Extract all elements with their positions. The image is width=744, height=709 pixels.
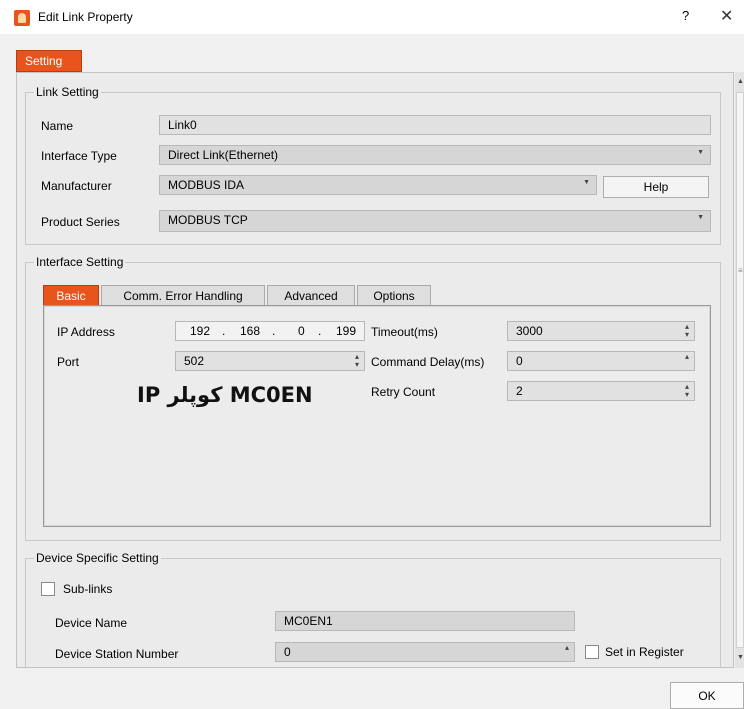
manufacturer-label: Manufacturer: [41, 179, 112, 193]
close-icon[interactable]: ✕: [720, 6, 733, 26]
port-spinner[interactable]: 502 ▴ ▾: [175, 351, 365, 371]
tab-advanced[interactable]: Advanced: [267, 285, 355, 307]
chevron-down-icon: ▼: [697, 149, 704, 156]
retry-count-spinner[interactable]: 2 ▴ ▾: [507, 381, 695, 401]
sub-links-label: Sub-links: [63, 582, 113, 596]
spinner-icon[interactable]: ▴: [685, 353, 689, 361]
help-button[interactable]: Help: [603, 176, 709, 198]
manufacturer-select[interactable]: MODBUS IDA ▼: [159, 175, 597, 195]
device-specific-setting-legend: Device Specific Setting: [36, 551, 159, 565]
scroll-thumb[interactable]: [736, 92, 744, 648]
window-title: Edit Link Property: [38, 10, 133, 24]
device-name-label: Device Name: [55, 616, 128, 630]
help-icon[interactable]: ?: [682, 8, 689, 23]
chevron-down-icon: ▼: [583, 179, 590, 186]
name-field[interactable]: Link0: [159, 115, 711, 135]
spinner-icon[interactable]: ▴ ▾: [355, 353, 359, 369]
ok-button[interactable]: OK: [670, 682, 744, 709]
set-in-register-checkbox[interactable]: [585, 645, 599, 659]
spinner-icon[interactable]: ▴ ▾: [685, 323, 689, 339]
command-delay-label: Command Delay(ms): [371, 355, 485, 369]
manufacturer-value: MODBUS IDA: [168, 178, 245, 192]
ip-octet-4: 199: [336, 324, 357, 338]
spinner-icon[interactable]: ▴ ▾: [685, 383, 689, 399]
scroll-down-icon[interactable]: ▼: [737, 654, 744, 661]
interface-type-label: Interface Type: [41, 149, 117, 163]
tab-options[interactable]: Options: [357, 285, 431, 307]
scroll-up-icon[interactable]: ▲: [737, 78, 744, 85]
ip-dot: .: [222, 324, 226, 338]
sub-links-checkbox[interactable]: [41, 582, 55, 596]
name-label: Name: [41, 119, 74, 133]
ip-octet-2: 168: [240, 324, 261, 338]
retry-count-value: 2: [516, 384, 523, 398]
tab-comm-error-handling[interactable]: Comm. Error Handling: [101, 285, 265, 307]
device-station-number-spinner[interactable]: 0 ▴: [275, 642, 575, 662]
set-in-register-label: Set in Register: [605, 645, 684, 659]
command-delay-spinner[interactable]: 0 ▴: [507, 351, 695, 371]
timeout-label: Timeout(ms): [371, 325, 438, 339]
port-value: 502: [184, 354, 205, 368]
tab-setting[interactable]: Setting: [16, 50, 82, 72]
device-station-number-label: Device Station Number: [55, 647, 179, 661]
product-series-select[interactable]: MODBUS TCP ▼: [159, 210, 711, 232]
ip-address-field[interactable]: 192 . 168 . 0 . 199: [175, 321, 365, 341]
retry-count-label: Retry Count: [371, 385, 436, 399]
interface-type-value: Direct Link(Ethernet): [168, 148, 279, 162]
tab-basic[interactable]: Basic: [43, 285, 99, 307]
timeout-value: 3000: [516, 324, 543, 338]
device-name-field[interactable]: MC0EN1: [275, 611, 575, 631]
command-delay-value: 0: [516, 354, 523, 368]
port-label: Port: [57, 355, 80, 369]
spinner-icon[interactable]: ▴: [565, 644, 569, 652]
ip-dot: .: [272, 324, 276, 338]
ip-address-label: IP Address: [57, 325, 115, 339]
ip-dot: .: [318, 324, 322, 338]
ip-octet-1: 192: [190, 324, 211, 338]
coupler-ip-annotation: IP کوپلر MC0EN: [137, 383, 313, 407]
product-series-value: MODBUS TCP: [168, 213, 248, 227]
name-value: Link0: [168, 118, 197, 132]
product-series-label: Product Series: [41, 215, 120, 229]
scroll-grip-icon: ≡: [738, 266, 743, 275]
link-setting-legend: Link Setting: [36, 85, 99, 99]
timeout-spinner[interactable]: 3000 ▴ ▾: [507, 321, 695, 341]
title-bar: Edit Link Property ? ✕: [0, 0, 744, 34]
setting-panel: Link Setting Name Link0 Interface Type D…: [16, 72, 734, 668]
app-icon: [14, 10, 30, 26]
interface-type-select[interactable]: Direct Link(Ethernet) ▼: [159, 145, 711, 165]
ip-octet-3: 0: [298, 324, 305, 338]
chevron-down-icon: ▼: [697, 214, 704, 221]
interface-setting-legend: Interface Setting: [36, 255, 124, 269]
device-station-number-value: 0: [284, 645, 291, 659]
device-name-value: MC0EN1: [284, 614, 333, 628]
